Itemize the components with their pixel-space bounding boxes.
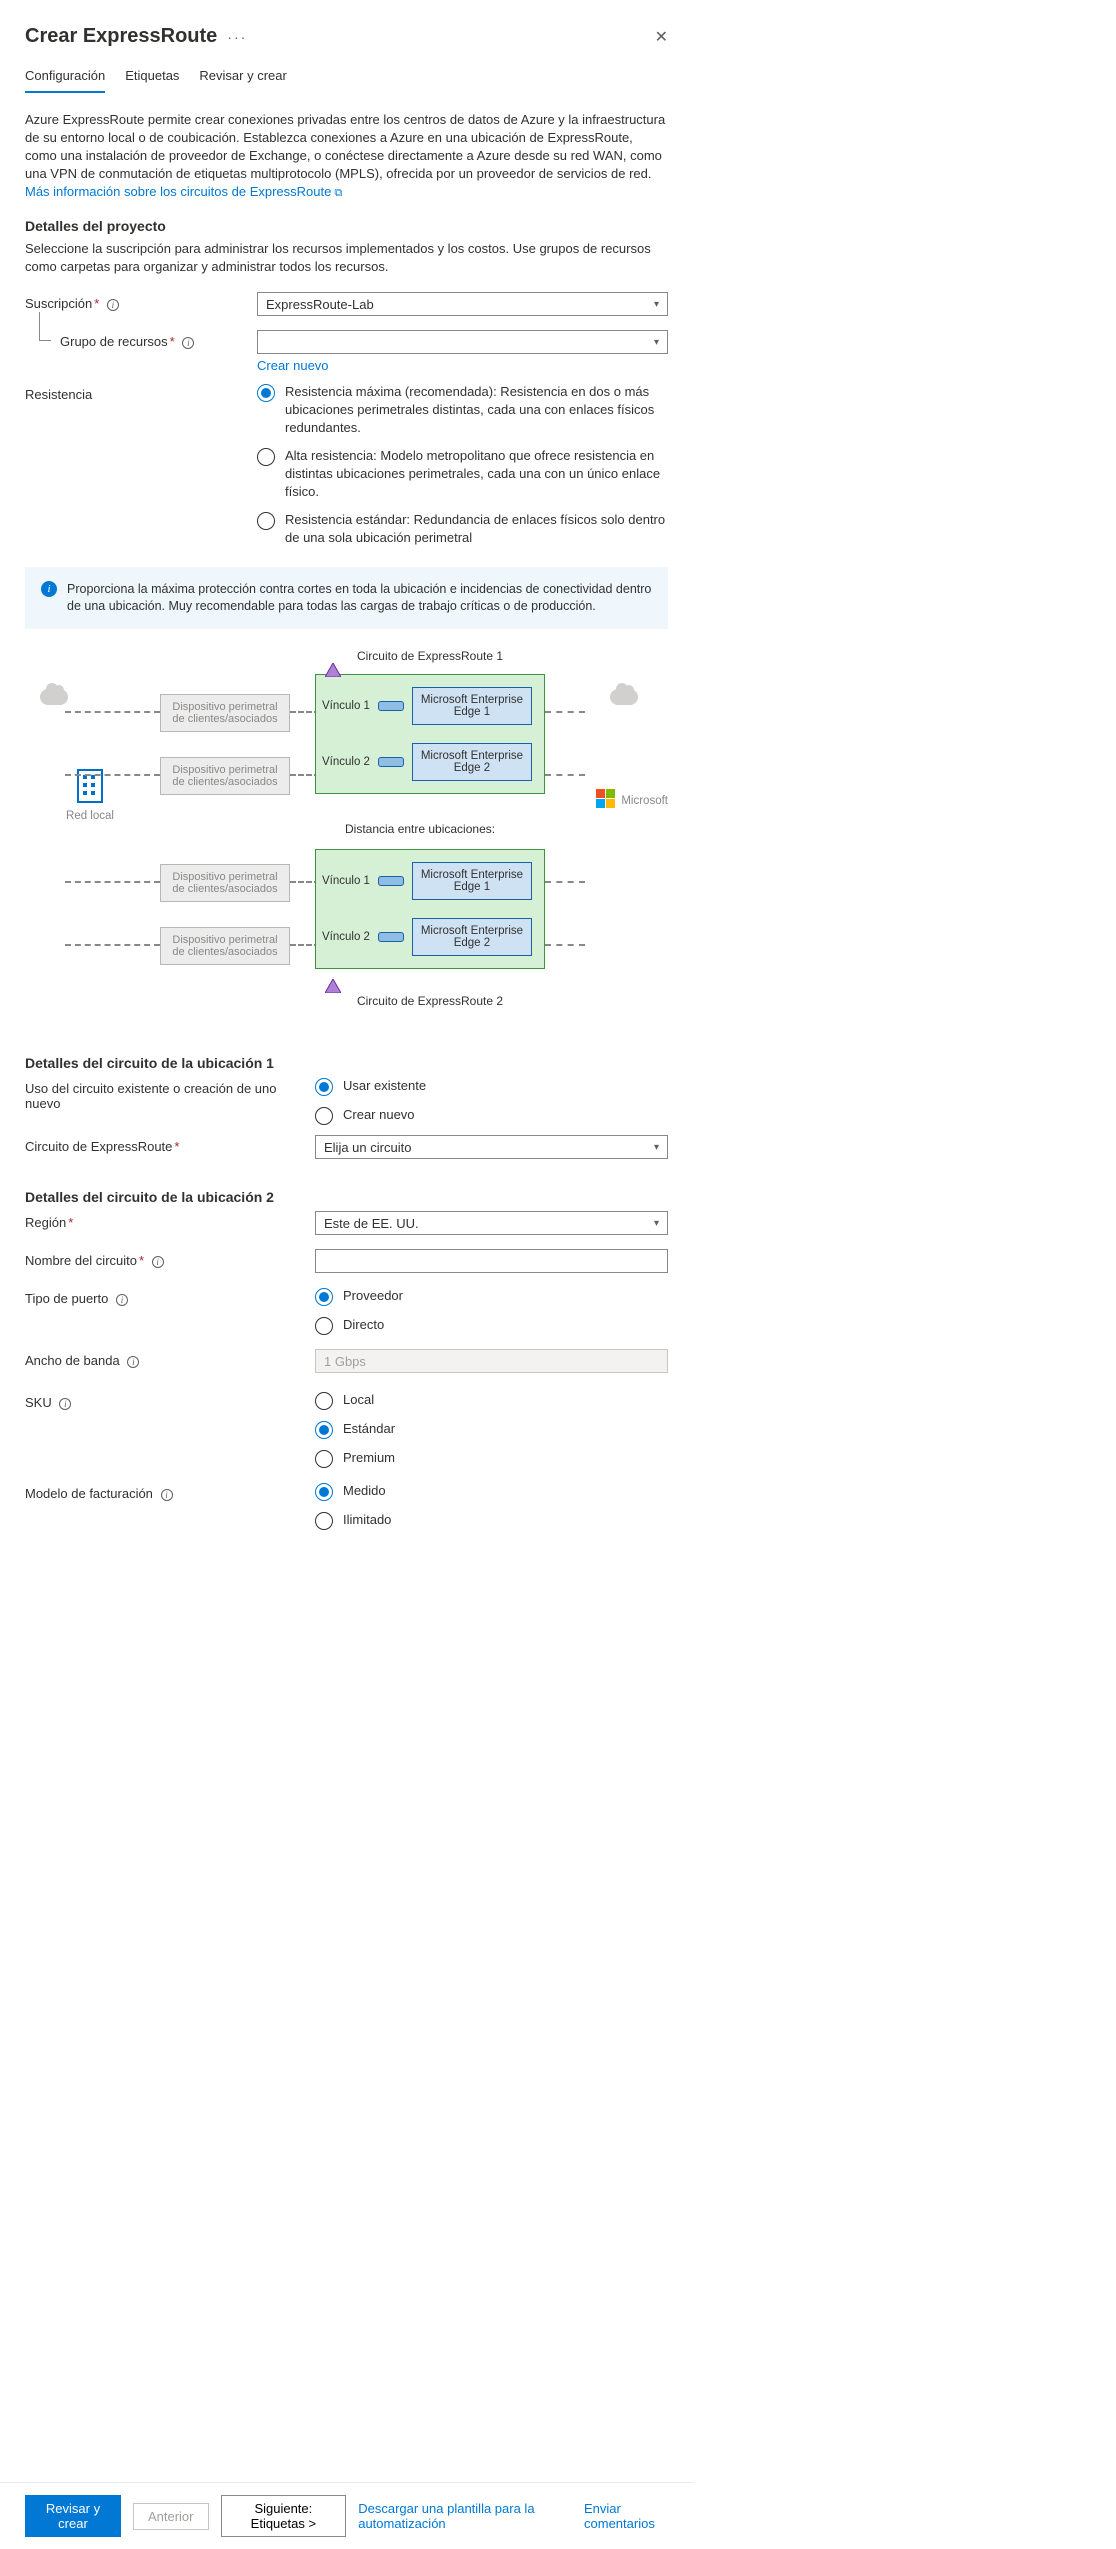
page-title: Crear ExpressRoute [25, 25, 217, 48]
project-desc: Seleccione la suscripción para administr… [25, 240, 668, 276]
feedback-link[interactable]: Enviar comentarios [584, 2501, 668, 2531]
loc2-heading: Detalles del circuito de la ubicación 2 [25, 1189, 668, 1205]
bandwidth-select[interactable]: 1 Gbps [315, 1349, 668, 1373]
rg-label: Grupo de recursos* i [25, 330, 257, 349]
circuit-label: Circuito de ExpressRoute* [25, 1135, 315, 1154]
download-template-link[interactable]: Descargar una plantilla para la automati… [358, 2501, 560, 2531]
review-create-button[interactable]: Revisar y crear [25, 2495, 121, 2537]
info-icon[interactable]: i [107, 299, 119, 311]
info-box: i Proporciona la máxima protección contr… [25, 567, 668, 629]
loc1-heading: Detalles del circuito de la ubicación 1 [25, 1055, 668, 1071]
intro-text: Azure ExpressRoute permite crear conexio… [25, 111, 668, 202]
circuit-name-input[interactable] [315, 1249, 668, 1273]
radio-icon [257, 512, 275, 530]
onprem-node: Red local [40, 769, 140, 822]
sku-local-radio[interactable]: Local [315, 1391, 668, 1410]
billing-metered-radio[interactable]: Medido [315, 1482, 668, 1501]
subscription-label: Suscripción* i [25, 292, 257, 311]
close-icon[interactable]: ✕ [655, 27, 668, 47]
topology-diagram: Circuito de ExpressRoute 1 Circuito de E… [25, 649, 668, 1029]
tab-configuracion[interactable]: Configuración [25, 68, 105, 93]
create-new-link[interactable]: Crear nuevo [257, 358, 668, 373]
sku-standard-radio[interactable]: Estándar [315, 1420, 668, 1439]
next-button[interactable]: Siguiente: Etiquetas > [221, 2495, 347, 2537]
billing-unlimited-radio[interactable]: Ilimitado [315, 1511, 668, 1530]
info-icon: i [41, 581, 57, 597]
resiliency-high-radio[interactable]: Alta resistencia: Modelo metropolitano q… [257, 447, 668, 501]
billing-label: Modelo de facturación i [25, 1482, 315, 1501]
use-circuit-label: Uso del circuito existente o creación de… [25, 1077, 315, 1111]
create-new-radio[interactable]: Crear nuevo [315, 1106, 668, 1125]
rg-select[interactable]: ▾ [257, 330, 668, 354]
radio-icon [257, 384, 275, 402]
circuit-select[interactable]: Elija un circuito▾ [315, 1135, 668, 1159]
project-heading: Detalles del proyecto [25, 218, 668, 234]
chevron-down-icon: ▾ [654, 337, 659, 348]
use-existing-radio[interactable]: Usar existente [315, 1077, 668, 1096]
tab-revisar[interactable]: Revisar y crear [199, 68, 286, 93]
region-select[interactable]: Este de EE. UU.▾ [315, 1211, 668, 1235]
ms-node: Microsoft [596, 789, 668, 812]
region-label: Región* [25, 1211, 315, 1230]
sku-premium-radio[interactable]: Premium [315, 1449, 668, 1468]
chevron-down-icon: ▾ [654, 299, 659, 310]
info-icon[interactable]: i [182, 337, 194, 349]
previous-button[interactable]: Anterior [133, 2503, 209, 2530]
learn-more-link[interactable]: Más información sobre los circuitos de E… [25, 184, 342, 199]
distance-label: Distancia entre ubicaciones: [345, 822, 495, 836]
radio-icon [257, 448, 275, 466]
port-label: Tipo de puerto i [25, 1287, 315, 1306]
resiliency-standard-radio[interactable]: Resistencia estándar: Redundancia de enl… [257, 511, 668, 547]
subscription-select[interactable]: ExpressRoute-Lab▾ [257, 292, 668, 316]
name-label: Nombre del circuito* i [25, 1249, 315, 1268]
sku-label: SKU i [25, 1391, 315, 1410]
tab-bar: Configuración Etiquetas Revisar y crear [25, 68, 668, 93]
resiliency-label: Resistencia [25, 383, 257, 402]
more-icon[interactable]: ··· [227, 29, 247, 45]
tab-etiquetas[interactable]: Etiquetas [125, 68, 179, 93]
bw-label: Ancho de banda i [25, 1349, 315, 1368]
port-direct-radio[interactable]: Directo [315, 1316, 668, 1335]
resiliency-max-radio[interactable]: Resistencia máxima (recomendada): Resist… [257, 383, 668, 437]
footer: Revisar y crear Anterior Siguiente: Etiq… [0, 2482, 693, 2549]
port-provider-radio[interactable]: Proveedor [315, 1287, 668, 1306]
